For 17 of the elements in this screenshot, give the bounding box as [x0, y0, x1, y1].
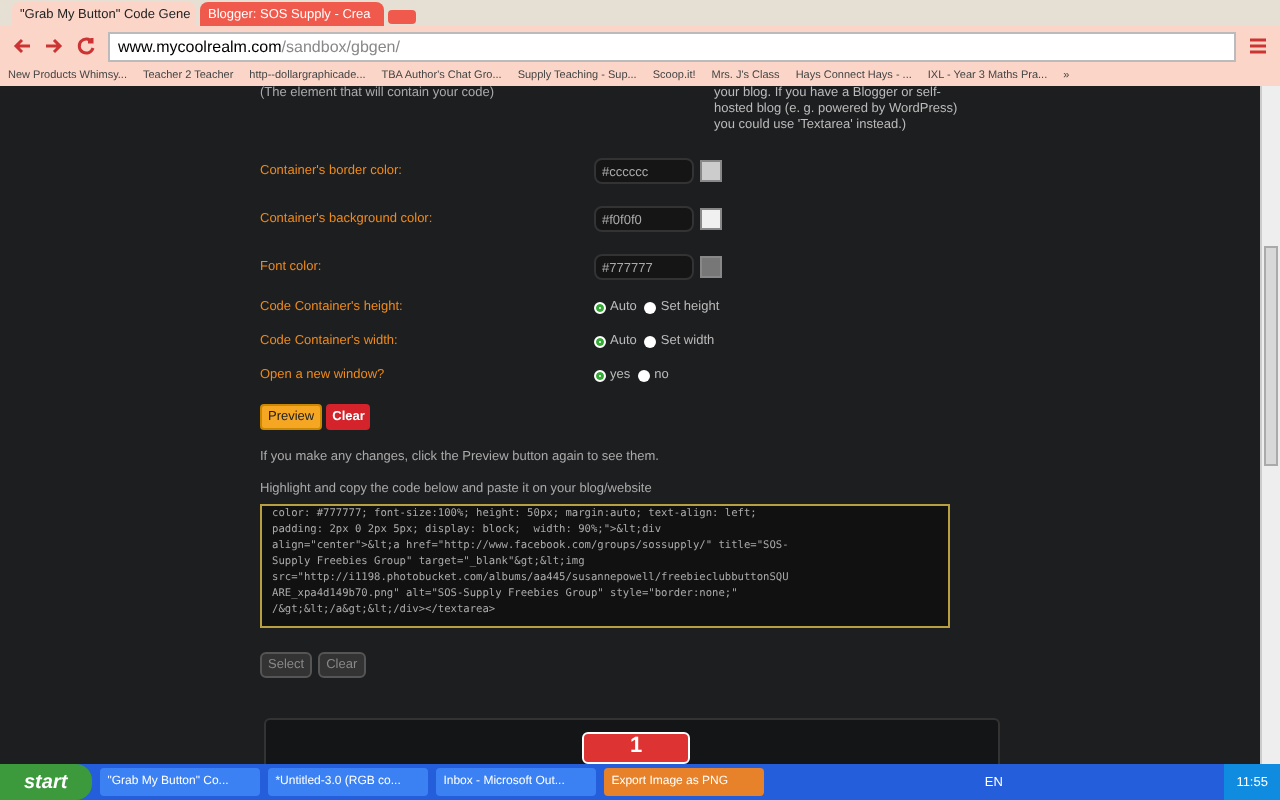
scrollbar[interactable] — [1260, 86, 1280, 764]
radio-button[interactable] — [594, 335, 606, 347]
radio-button[interactable] — [594, 369, 606, 381]
reload-icon[interactable] — [76, 36, 96, 56]
forward-icon[interactable] — [44, 36, 64, 56]
address-field[interactable]: www.mycoolrealm.com/sandbox/gbgen/ — [108, 31, 1236, 61]
back-icon[interactable] — [12, 36, 32, 56]
color-swatch[interactable] — [700, 255, 722, 277]
menu-icon[interactable] — [1248, 36, 1268, 56]
start-button[interactable]: start — [0, 764, 92, 800]
color-swatch[interactable] — [700, 159, 722, 181]
color-swatch[interactable] — [700, 207, 722, 229]
radio-button[interactable] — [644, 335, 657, 347]
radio-button[interactable] — [638, 369, 651, 381]
radio-button[interactable] — [594, 301, 606, 313]
count-badge: 1 — [582, 732, 690, 764]
radio-button[interactable] — [644, 301, 657, 313]
